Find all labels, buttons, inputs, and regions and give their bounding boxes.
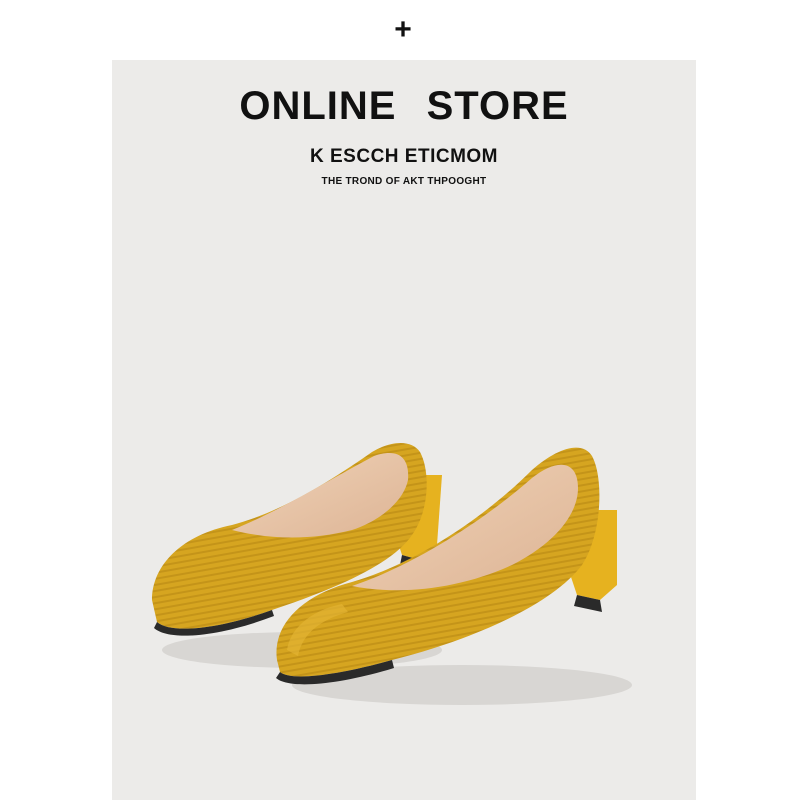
product-photo [152, 443, 632, 705]
brand-tagline: THE TROND OF AKT THPOOGHT [321, 176, 487, 187]
plus-icon[interactable]: + [388, 12, 418, 48]
product-banner: ONLINE STORE K ESCCH ETICMOM THE TROND O… [112, 60, 696, 800]
store-headline: ONLINE STORE [239, 84, 569, 128]
product-page: + ONLINE STORE K ESCCH ETICMOM THE TROND… [0, 0, 800, 800]
brand-subhead: K ESCCH ETICMOM [310, 146, 498, 167]
